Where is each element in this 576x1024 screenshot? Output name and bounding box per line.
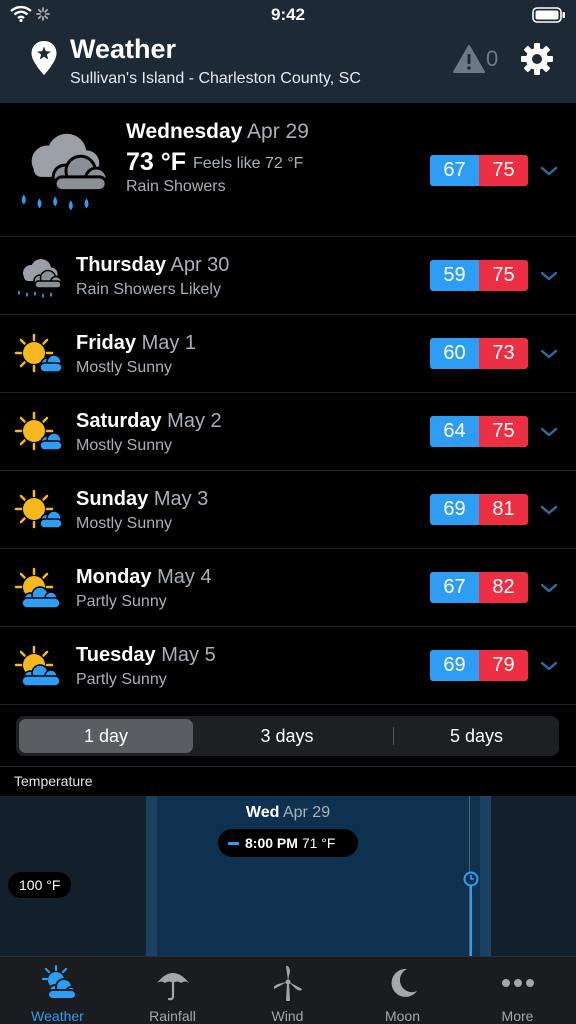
forecast-row[interactable]: Thursday Apr 30 Rain Showers Likely 59 7… [0,237,576,315]
segment-5-days[interactable]: 5 days [394,716,559,756]
tab-wind[interactable]: Wind [230,957,345,1024]
today-temperature: 73 °F [126,148,187,176]
forecast-row[interactable]: Tuesday May 5 Partly Sunny 69 79 [0,627,576,705]
forecast-row[interactable]: Friday May 1 Mostly Sunny 60 73 [0,315,576,393]
moon-icon [391,968,417,997]
temp-range-pill: 64 75 [430,416,528,447]
tab-moon[interactable]: Moon [345,957,460,1024]
today-feels-like: Feels like 72 °F [193,155,304,172]
weather-icon [41,964,77,1000]
forecast-day: Friday May 1 [76,332,197,354]
tab-label: Rainfall [149,1008,196,1024]
series-dash [228,842,239,845]
forecast-row[interactable]: Saturday May 2 Mostly Sunny 64 75 [0,393,576,471]
tab-weather[interactable]: Weather [0,957,115,1024]
clock-cursor-icon[interactable] [463,871,479,887]
forecast-condition: Mostly Sunny [76,359,173,376]
forecast-day: Tuesday May 5 [76,644,216,666]
status-bar: 9:42 [0,0,576,30]
tab-label: Weather [31,1008,84,1024]
chevron-down-icon[interactable] [540,270,558,282]
chevron-down-icon[interactable] [540,348,558,360]
low-temp: 60 [430,338,479,369]
rain-cloud-icon [14,255,64,300]
forecast-condition: Partly Sunny [76,593,167,610]
low-temp: 69 [430,650,479,681]
settings-gear-icon[interactable] [519,41,555,77]
low-temp: 69 [430,494,479,525]
page-title: Weather [70,34,177,64]
today-day: Wednesday Apr 29 [126,120,309,143]
segment-3-days[interactable]: 3 days [197,716,377,756]
partly-sunny-icon [14,645,64,689]
umbrella-icon [157,973,189,1001]
tab-label: Wind [271,1008,304,1024]
tab-bar: Weather Rainfall Wind Moon More [0,956,576,1024]
tab-label: More [501,1008,534,1024]
high-temp: 82 [479,572,528,603]
today-forecast-row[interactable]: Wednesday Apr 29 73 °F Feels like 72 °F … [0,103,576,237]
wind-turbine-icon [273,965,302,1001]
tab-rainfall[interactable]: Rainfall [115,957,230,1024]
chevron-down-icon[interactable] [540,582,558,594]
segment-1-day[interactable]: 1 day [19,719,193,753]
chevron-down-icon[interactable] [540,660,558,672]
forecast-condition: Rain Showers Likely [76,281,221,298]
tab-label: Moon [384,1008,421,1024]
chevron-down-icon[interactable] [540,426,558,438]
temp-range-pill: 67 82 [430,572,528,603]
partly-sunny-icon [14,567,64,611]
forecast-condition: Mostly Sunny [76,437,173,454]
forecast-day: Monday May 4 [76,566,212,588]
location-name[interactable]: Sullivan's Island - Charleston County, S… [70,70,361,88]
chart-cursor-line[interactable] [470,878,472,956]
chart-day-label: Wed Apr 29 [245,804,331,821]
location-pin-icon[interactable] [30,40,58,76]
forecast-day: Thursday Apr 30 [76,254,230,276]
low-temp: 59 [430,260,479,291]
alert-count[interactable]: 0 [486,46,498,72]
more-icon [502,979,534,987]
sun-cloud-icon [14,489,64,533]
chart-y-label: 100 °F [8,872,72,898]
sun-cloud-icon [14,411,64,455]
temp-range-pill: 69 79 [430,650,528,681]
forecast-condition: Partly Sunny [76,671,167,688]
range-segmented-control: 1 day 3 days 5 days [16,716,559,756]
rain-cloud-icon [14,125,112,215]
forecast-row[interactable]: Sunday May 3 Mostly Sunny 69 81 [0,471,576,549]
forecast-day: Saturday May 2 [76,410,222,432]
chart-readout: 8:00 PM 71 °F [218,829,358,857]
alert-icon[interactable] [452,44,486,74]
low-temp: 64 [430,416,479,447]
chevron-down-icon[interactable] [540,504,558,516]
high-temp: 79 [479,650,528,681]
chevron-down-icon[interactable] [540,165,558,177]
high-temp: 73 [479,338,528,369]
low-temp: 67 [430,155,479,186]
temperature-chart[interactable]: Wed Apr 29 8:00 PM 71 °F 100 °F [0,796,576,956]
high-temp: 75 [479,155,528,186]
temp-range-pill: 67 75 [430,155,528,186]
header: 9:42 Weather Sullivan's Island - Charles… [0,0,576,103]
high-temp: 75 [479,416,528,447]
tab-more[interactable]: More [460,957,575,1024]
forecast-day: Sunday May 3 [76,488,209,510]
status-time: 9:42 [270,5,306,24]
low-temp: 67 [430,572,479,603]
temp-range-pill: 59 75 [430,260,528,291]
forecast-row[interactable]: Monday May 4 Partly Sunny 67 82 [0,549,576,627]
divider [0,766,576,767]
temp-range-pill: 69 81 [430,494,528,525]
section-label: Temperature [14,773,93,789]
high-temp: 81 [479,494,528,525]
forecast-condition: Mostly Sunny [76,515,173,532]
battery-icon [532,7,565,23]
high-temp: 75 [479,260,528,291]
today-condition: Rain Showers [126,178,226,195]
temp-range-pill: 60 73 [430,338,528,369]
sun-cloud-icon [14,333,64,377]
